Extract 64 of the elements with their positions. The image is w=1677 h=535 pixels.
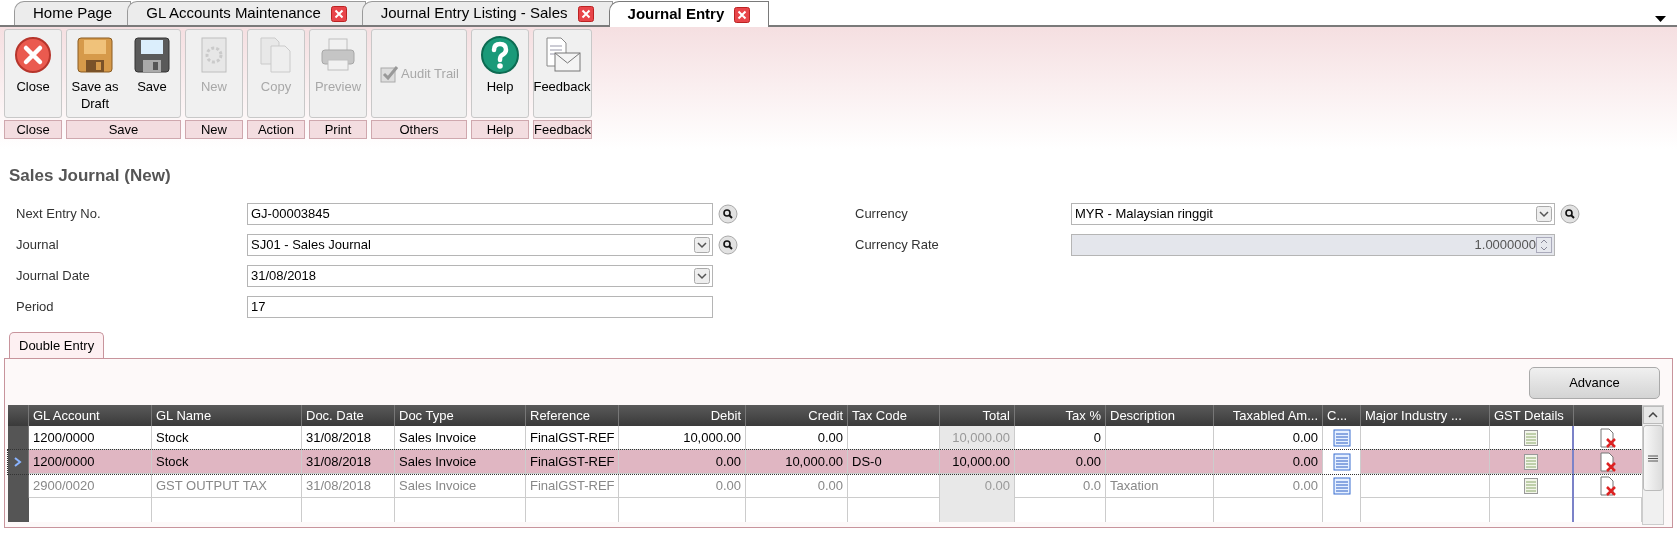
input-field[interactable]: 17 bbox=[247, 296, 713, 318]
search-icon[interactable] bbox=[718, 204, 738, 224]
spinner-icon[interactable] bbox=[1536, 237, 1552, 253]
group-label: Print bbox=[309, 120, 367, 139]
group-label: New bbox=[185, 120, 243, 139]
row-pointer-icon bbox=[14, 457, 22, 467]
group-label: Save bbox=[66, 120, 181, 139]
checkbox-icon bbox=[379, 63, 400, 84]
table-row[interactable]: 1200/0000 Stock 31/08/2018 Sales Invoice FinalGST-REF 10,000.00 0.00 10,000.00 0 0.00 bbox=[8, 426, 1642, 450]
table-cell: 10,000.00 bbox=[940, 426, 1015, 450]
row-header[interactable] bbox=[8, 450, 29, 474]
row-header[interactable] bbox=[8, 426, 29, 450]
dropdown-icon[interactable] bbox=[694, 237, 710, 253]
toolbar-button[interactable]: Save bbox=[125, 30, 179, 117]
scrollbar[interactable] bbox=[1642, 405, 1664, 525]
help-icon bbox=[480, 35, 520, 75]
tab[interactable]: Journal Entry Listing - Sales bbox=[361, 1, 613, 25]
field-label: Journal Date bbox=[16, 267, 91, 286]
dropdown-icon[interactable] bbox=[1536, 206, 1552, 222]
field-label: Next Entry No. bbox=[16, 205, 102, 224]
field-label: Journal bbox=[16, 236, 60, 255]
tab[interactable]: Journal Entry bbox=[608, 1, 770, 27]
field-label: Currency Rate bbox=[855, 236, 940, 255]
list-icon[interactable] bbox=[1524, 430, 1538, 446]
scroll-up-icon[interactable] bbox=[1648, 412, 1658, 418]
group-label: Others bbox=[371, 120, 467, 139]
group-label: Close bbox=[4, 120, 62, 139]
delete-icon[interactable] bbox=[1599, 476, 1617, 496]
close-icon bbox=[14, 36, 52, 74]
close-icon[interactable] bbox=[734, 6, 751, 23]
list-icon[interactable] bbox=[1524, 478, 1538, 494]
advance-button[interactable]: Advance bbox=[1529, 367, 1660, 399]
group-label: Feedback bbox=[533, 120, 593, 139]
field-label: Period bbox=[16, 298, 55, 317]
grip-icon bbox=[1648, 454, 1658, 462]
delete-icon[interactable] bbox=[1599, 452, 1617, 472]
tab[interactable]: Home Page bbox=[14, 1, 132, 25]
input-field[interactable]: MYR - Malaysian ringgit bbox=[1071, 203, 1555, 225]
toolbar-button[interactable]: Close bbox=[6, 30, 60, 117]
toolbar-button[interactable]: Save as Draft bbox=[68, 30, 122, 117]
table-row[interactable]: 1200/0000 Stock 31/08/2018 Sales Invoice FinalGST-REF 0.00 10,000.00 DS-0 10,000.00 0.00 0.00 bbox=[8, 450, 1642, 474]
tab[interactable]: GL Accounts Maintenance bbox=[127, 1, 366, 25]
table-cell: 0.00 bbox=[940, 474, 1015, 498]
list-icon[interactable] bbox=[1524, 454, 1538, 470]
dropdown-icon[interactable] bbox=[694, 268, 710, 284]
dropdown-arrow-icon[interactable] bbox=[1655, 16, 1666, 22]
printer-icon bbox=[319, 36, 357, 74]
group-label: Help bbox=[471, 120, 529, 139]
search-icon[interactable] bbox=[718, 235, 738, 255]
page-title: Sales Journal (New) bbox=[8, 165, 172, 187]
row-header[interactable] bbox=[8, 474, 29, 498]
field-label: Currency bbox=[855, 205, 909, 224]
delete-icon[interactable] bbox=[1599, 428, 1617, 448]
table-row[interactable]: 2900/0020 GST OUTPUT TAX 31/08/2018 Sales Invoice FinalGST-REF 0.00 0.00 0.00 0.0 Taxation 0.00 bbox=[8, 474, 1642, 498]
group-label: Action bbox=[247, 120, 305, 139]
input-field[interactable]: 1.0000000 bbox=[1071, 234, 1555, 256]
close-icon[interactable] bbox=[577, 5, 594, 22]
input-field[interactable]: 31/08/2018 bbox=[247, 265, 713, 287]
input-field[interactable]: SJ01 - Sales Journal bbox=[247, 234, 713, 256]
tab[interactable]: Double Entry bbox=[9, 332, 105, 358]
input-field[interactable]: GJ-00003845 bbox=[247, 203, 713, 225]
search-icon[interactable] bbox=[1560, 204, 1580, 224]
toolbar-button[interactable]: Help bbox=[473, 30, 527, 117]
close-icon[interactable] bbox=[330, 5, 347, 22]
